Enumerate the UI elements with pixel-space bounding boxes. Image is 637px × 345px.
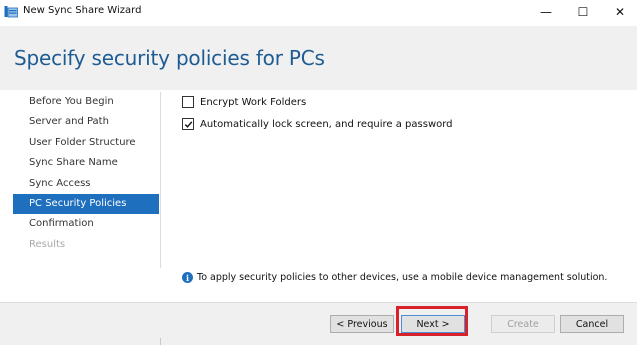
- step-user-folder-structure[interactable]: User Folder Structure: [13, 133, 159, 153]
- minimize-button[interactable]: —: [528, 0, 564, 24]
- wizard-body: Before You Begin Server and Path User Fo…: [0, 90, 637, 302]
- info-text: To apply security policies to other devi…: [197, 272, 608, 283]
- info-message: i To apply security policies to other de…: [182, 272, 607, 283]
- close-button[interactable]: ✕: [602, 0, 637, 24]
- cancel-button[interactable]: Cancel: [560, 315, 624, 333]
- encrypt-work-folders-option[interactable]: Encrypt Work Folders: [182, 96, 306, 108]
- auto-lock-screen-label: Automatically lock screen, and require a…: [200, 118, 453, 130]
- checkmark-icon: [184, 120, 192, 128]
- wizard-header: Specify security policies for PCs: [0, 26, 637, 90]
- encrypt-work-folders-checkbox[interactable]: [182, 96, 194, 108]
- wizard-window: New Sync Share Wizard — ☐ ✕ Specify secu…: [0, 0, 637, 345]
- step-results: Results: [29, 238, 66, 250]
- step-list: Before You Begin Server and Path User Fo…: [13, 92, 159, 255]
- page-title: Specify security policies for PCs: [14, 46, 325, 70]
- steps-divider: [160, 92, 161, 268]
- title-bar: New Sync Share Wizard — ☐ ✕: [0, 0, 637, 26]
- window-title: New Sync Share Wizard: [23, 5, 142, 16]
- info-icon: i: [182, 272, 193, 283]
- step-sync-access[interactable]: Sync Access: [13, 174, 159, 194]
- encrypt-work-folders-label: Encrypt Work Folders: [200, 96, 307, 108]
- auto-lock-screen-option[interactable]: Automatically lock screen, and require a…: [182, 118, 453, 130]
- footer-tick: [160, 338, 161, 345]
- step-server-and-path[interactable]: Server and Path: [13, 112, 159, 132]
- step-confirmation[interactable]: Confirmation: [13, 214, 159, 234]
- maximize-button[interactable]: ☐: [565, 0, 601, 24]
- step-before-you-begin[interactable]: Before You Begin: [13, 92, 159, 112]
- auto-lock-screen-checkbox[interactable]: [182, 118, 194, 130]
- create-button: Create: [491, 315, 555, 333]
- next-button-highlight: [396, 306, 468, 336]
- step-pc-security-policies[interactable]: PC Security Policies: [13, 193, 159, 215]
- server-manager-icon: [4, 5, 18, 18]
- previous-button[interactable]: < Previous: [330, 315, 394, 333]
- wizard-footer: < Previous Next > Create Cancel: [0, 302, 637, 345]
- step-sync-share-name[interactable]: Sync Share Name: [13, 153, 159, 173]
